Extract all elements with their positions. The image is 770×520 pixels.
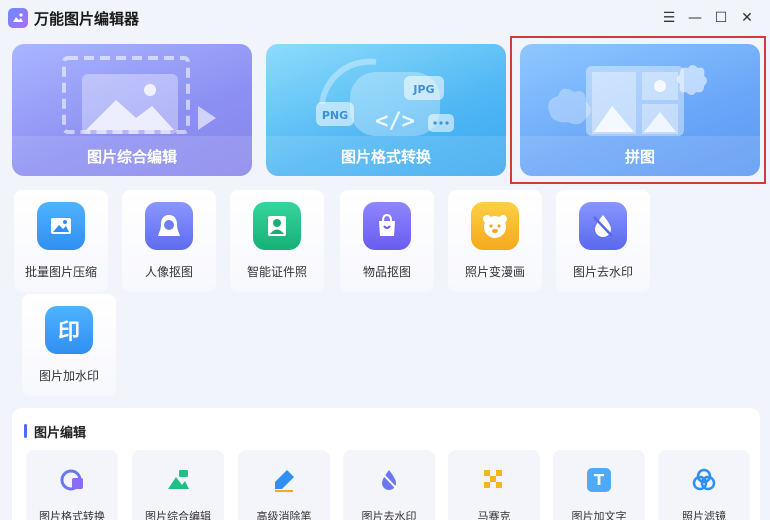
tool-portrait-cutout[interactable]: 人像抠图	[122, 190, 216, 292]
add-text-icon: T	[585, 466, 613, 494]
maximize-button[interactable]: ☐	[708, 6, 734, 30]
add-watermark-icon: 印	[45, 306, 93, 354]
section-title: 图片编辑	[34, 426, 87, 441]
portrait-cutout-icon	[145, 202, 193, 250]
sub-eraser-pen[interactable]: 高级消除笔	[238, 450, 330, 520]
sub-mosaic[interactable]: 马赛克	[448, 450, 540, 520]
format-convert-icon: PNG JPG </>	[316, 58, 454, 136]
sub-photo-filter[interactable]: 照片滤镜	[658, 450, 750, 520]
tool-label: 照片变漫画	[464, 265, 525, 279]
image-edit-icon	[62, 56, 216, 134]
sub-format-convert[interactable]: 图片格式转换	[26, 450, 118, 520]
app-logo-icon	[8, 8, 28, 28]
menu-button[interactable]: ☰	[656, 6, 682, 30]
sub-add-text[interactable]: T 图片加文字	[553, 450, 645, 520]
png-badge: PNG	[322, 109, 348, 122]
remove-watermark-icon	[579, 202, 627, 250]
image-edit-card-label: 图片综合编辑	[12, 136, 252, 176]
eraser-pen-icon	[270, 466, 298, 494]
tool-remove-watermark[interactable]: 图片去水印	[556, 190, 650, 292]
format-convert-card-label: 图片格式转换	[266, 136, 506, 176]
sub-remove-watermark[interactable]: 图片去水印	[343, 450, 435, 520]
image-compress-icon	[37, 202, 85, 250]
section-marker	[24, 424, 27, 438]
cartoon-icon	[471, 202, 519, 250]
tool-object-cutout[interactable]: 物品抠图	[340, 190, 434, 292]
tool-label: 智能证件照	[246, 265, 307, 279]
image-edit-small-icon	[164, 466, 192, 494]
image-edit-panel: 图片编辑 图片格式转换 图片综合编辑 高级消除笔 图片去水印 马赛克 T 图片加…	[12, 408, 760, 520]
tool-add-watermark[interactable]: 印 图片加水印	[22, 294, 116, 396]
mosaic-icon	[480, 466, 508, 494]
tool-label: 物品抠图	[362, 265, 411, 279]
sub-image-edit[interactable]: 图片综合编辑	[132, 450, 224, 520]
tool-label: 图片加水印	[38, 369, 99, 383]
jpg-badge: JPG	[412, 83, 434, 96]
collage-card-label: 拼图	[520, 136, 760, 176]
format-convert-small-icon	[58, 466, 86, 494]
title-bar: 万能图片编辑器 ☰ — ☐ ✕	[0, 0, 770, 36]
close-button[interactable]: ✕	[734, 6, 760, 30]
id-photo-icon	[253, 202, 301, 250]
remove-watermark-small-icon	[375, 466, 403, 494]
tool-label: 人像抠图	[144, 265, 193, 279]
tool-id-photo[interactable]: 智能证件照	[230, 190, 324, 292]
image-edit-card[interactable]: 图片综合编辑	[12, 44, 252, 176]
tool-label: 图片去水印	[572, 265, 633, 279]
collage-icon	[548, 65, 707, 136]
app-title: 万能图片编辑器	[34, 9, 140, 28]
tool-photo-cartoon[interactable]: 照片变漫画	[448, 190, 542, 292]
tool-label: 批量图片压缩	[24, 265, 97, 279]
photo-filter-icon	[690, 466, 718, 494]
format-convert-card[interactable]: PNG JPG </> 图片格式转换	[266, 44, 506, 176]
object-cutout-icon	[363, 202, 411, 250]
tool-batch-compress[interactable]: 批量图片压缩	[14, 190, 108, 292]
code-badge: </>	[375, 109, 415, 134]
collage-card[interactable]: 拼图	[520, 44, 760, 176]
minimize-button[interactable]: —	[682, 6, 708, 30]
